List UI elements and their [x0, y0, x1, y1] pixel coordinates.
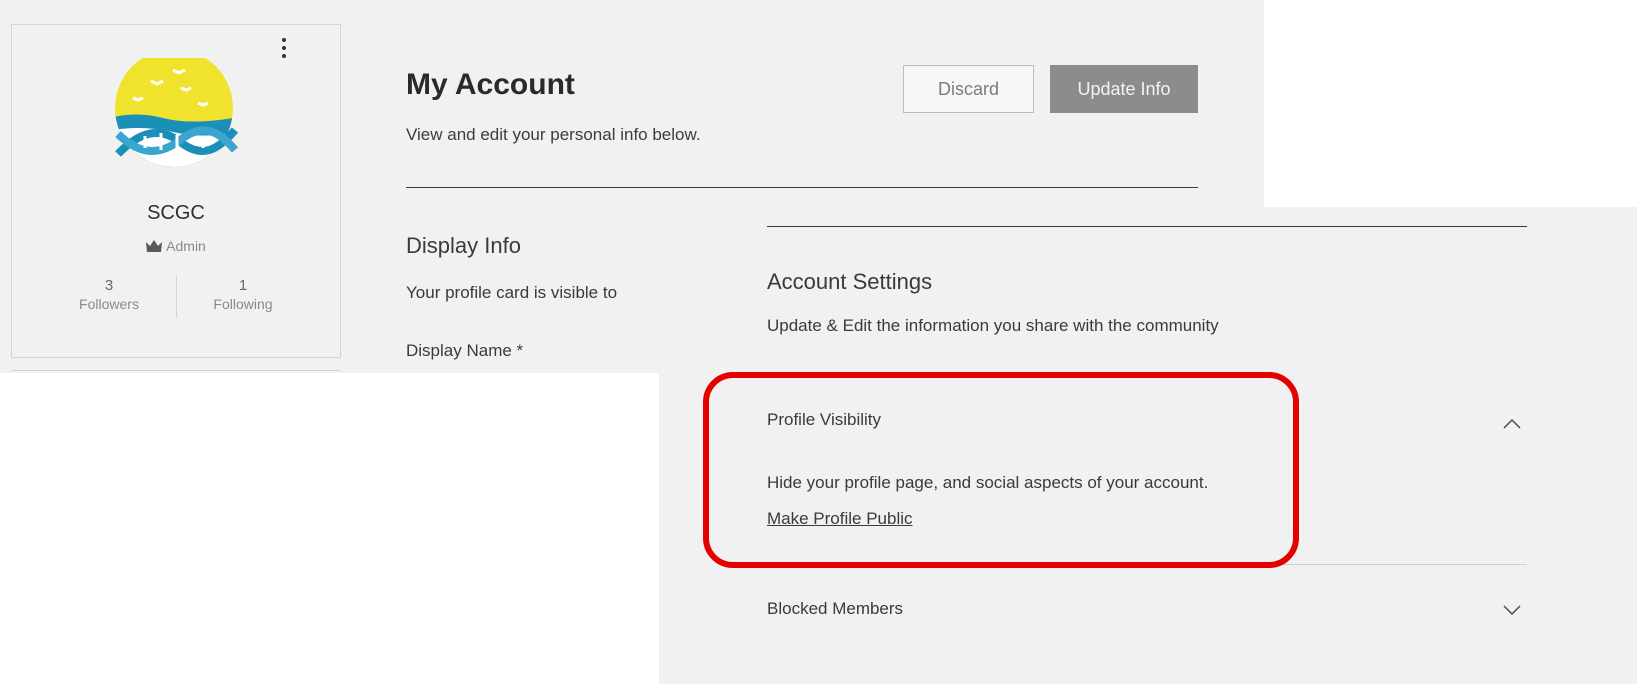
followers-label: Followers — [79, 296, 139, 312]
page-subtitle: View and edit your personal info below. — [406, 125, 701, 144]
display-info-title: Display Info — [406, 233, 521, 258]
header-divider — [406, 187, 1198, 188]
blocked-members-header[interactable]: Blocked Members — [767, 599, 903, 619]
divider — [11, 370, 341, 371]
more-options-icon[interactable] — [276, 38, 292, 64]
crown-icon — [146, 240, 163, 252]
chevron-up-icon[interactable] — [1502, 418, 1522, 430]
following-label: Following — [213, 296, 273, 312]
update-info-button[interactable]: Update Info — [1050, 65, 1198, 113]
account-settings-description: Update & Edit the information you share … — [767, 316, 1219, 335]
highlight-annotation — [703, 372, 1299, 568]
account-settings-title: Account Settings — [767, 269, 933, 294]
account-settings-divider — [767, 226, 1527, 227]
following-stat[interactable]: 1 Following — [183, 276, 303, 314]
profile-name: SCGC — [147, 202, 205, 224]
page-title: My Account — [406, 68, 575, 101]
followers-stat[interactable]: 3 Followers — [49, 276, 169, 314]
display-name-label: Display Name * — [406, 341, 524, 360]
role-label: Admin — [166, 238, 206, 254]
profile-role: Admin — [11, 238, 341, 254]
display-info-description: Your profile card is visible to — [406, 283, 618, 302]
avatar — [115, 58, 239, 167]
discard-button[interactable]: Discard — [903, 65, 1034, 113]
chevron-down-icon[interactable] — [1502, 604, 1522, 616]
followers-count: 3 — [104, 277, 114, 294]
following-count: 1 — [238, 277, 248, 294]
stat-divider — [176, 276, 177, 318]
